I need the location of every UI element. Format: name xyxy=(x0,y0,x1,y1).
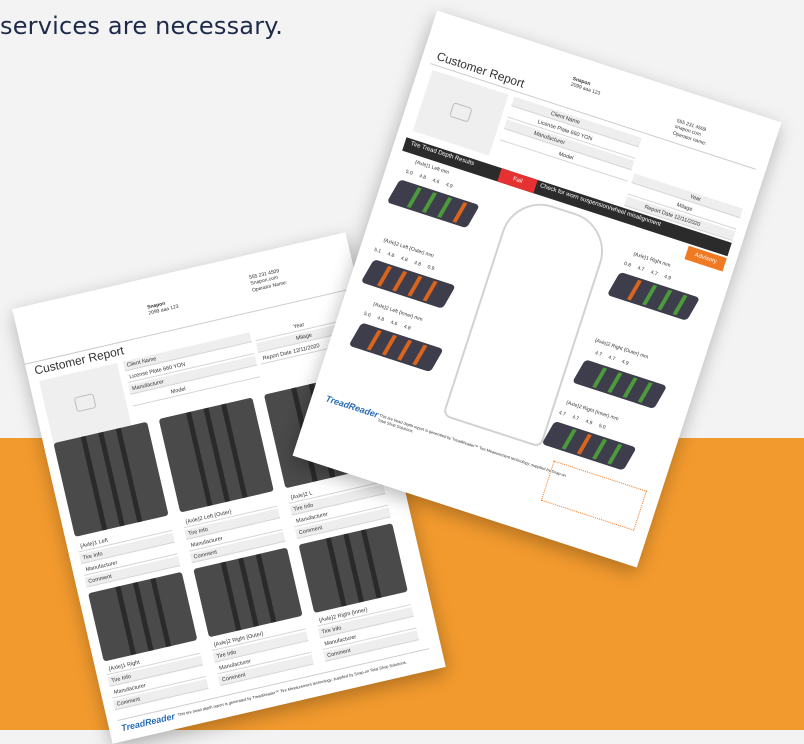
tread-value: 4.7 xyxy=(649,269,659,278)
tread-value: 4.7 xyxy=(571,414,580,423)
tread-value: 4.9 xyxy=(663,273,672,282)
tread-value: 4.7 xyxy=(594,350,603,359)
tire-photo xyxy=(53,421,169,537)
treadreader-logo: TreadReader xyxy=(324,393,380,420)
tread-value: 4.8 xyxy=(399,255,409,264)
tread-value: 4.8 xyxy=(418,173,427,182)
tread-value: 4.9 xyxy=(620,358,630,367)
fail-badge: Fail xyxy=(497,168,538,194)
tread-value: 5.0 xyxy=(362,310,372,319)
tread-value: 0.8 xyxy=(623,260,632,269)
camera-icon xyxy=(73,393,97,413)
tread-value: 4.7 xyxy=(636,265,645,274)
tread-tire-graphic xyxy=(386,179,480,229)
tread-value: 5.0 xyxy=(597,422,607,431)
tread-tire-graphic xyxy=(572,359,668,409)
tread-value: 4.7 xyxy=(607,354,616,363)
tread-value: 4.6 xyxy=(431,177,440,186)
tire-photo xyxy=(158,397,274,513)
signature-box xyxy=(540,460,648,531)
tread-value: 4.8 xyxy=(402,323,412,332)
tread-value: 0.9 xyxy=(426,264,435,273)
tread-value: 4.8 xyxy=(386,251,396,260)
camera-icon xyxy=(449,102,473,123)
tread-value: 4.9 xyxy=(584,418,593,427)
tire-depth-label: {Axle}2 Right {Outer} mm xyxy=(594,337,650,361)
tread-value: 4.9 xyxy=(444,181,454,190)
tread-value: 4.7 xyxy=(557,409,567,418)
tread-value: 4.8 xyxy=(376,315,385,324)
tread-value: 5.0 xyxy=(404,168,414,177)
tread-value: 4.8 xyxy=(413,259,422,268)
tread-tire-graphic xyxy=(606,271,701,321)
tread-value: 4.6 xyxy=(389,319,399,328)
tread-value: 5.1 xyxy=(373,246,382,255)
tread-tire-graphic xyxy=(348,322,444,373)
headline-text: services are necessary. xyxy=(0,12,284,40)
